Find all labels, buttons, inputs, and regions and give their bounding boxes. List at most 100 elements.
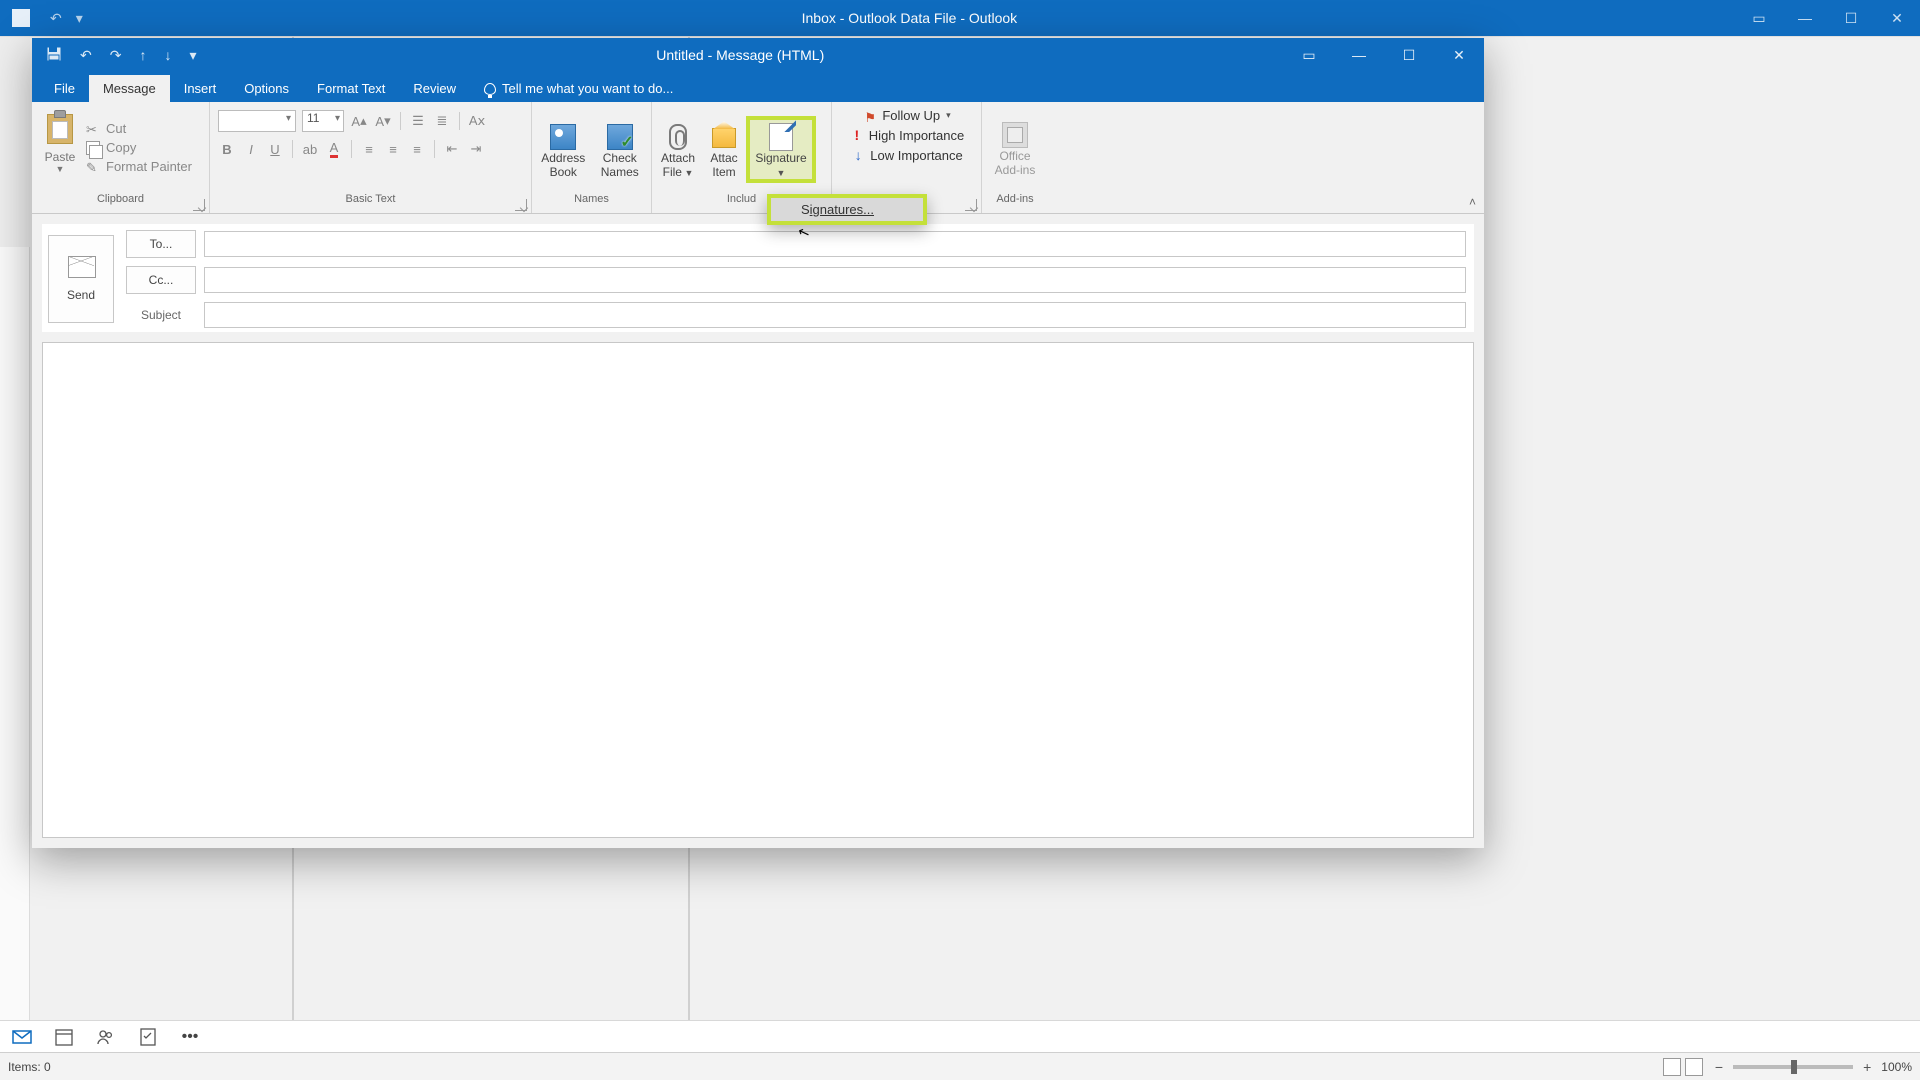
maximize-button[interactable]: ☐ bbox=[1828, 0, 1874, 36]
zoom-percent: 100% bbox=[1881, 1060, 1912, 1074]
calendar-icon[interactable] bbox=[54, 1027, 74, 1047]
undo-icon[interactable]: ↶ bbox=[80, 47, 92, 64]
ribbon-display-options-icon[interactable]: ▭ bbox=[1284, 38, 1334, 72]
minimize-button[interactable]: — bbox=[1782, 0, 1828, 36]
zoom-out-button[interactable]: − bbox=[1715, 1059, 1723, 1075]
nav-more-icon[interactable]: ••• bbox=[180, 1027, 200, 1047]
clipboard-dialog-launcher[interactable] bbox=[193, 199, 205, 211]
tab-review[interactable]: Review bbox=[399, 75, 470, 102]
statusbar: Items: 0 − + 100% bbox=[0, 1052, 1920, 1080]
decrease-indent-icon[interactable]: ⇤ bbox=[443, 140, 461, 158]
high-importance-button[interactable]: High Importance bbox=[851, 127, 964, 143]
font-color-icon[interactable]: A bbox=[325, 140, 343, 158]
numbering-icon[interactable]: ≣ bbox=[433, 112, 451, 130]
zoom-in-button[interactable]: + bbox=[1863, 1059, 1871, 1075]
ribbon-group-clipboard: Paste ▼ Cut Copy Format Painter bbox=[32, 102, 210, 213]
check-names-icon bbox=[607, 124, 633, 150]
follow-up-button[interactable]: Follow Up ▾ bbox=[864, 108, 950, 123]
save-icon[interactable] bbox=[46, 46, 62, 65]
zoom-slider[interactable] bbox=[1733, 1065, 1853, 1069]
ribbon-group-addins: Office Add-ins Add-ins bbox=[982, 102, 1048, 213]
close-button[interactable]: ✕ bbox=[1874, 0, 1920, 36]
tasks-icon[interactable] bbox=[138, 1027, 158, 1047]
shrink-font-icon[interactable]: A▾ bbox=[374, 112, 392, 130]
paste-dropdown-icon[interactable]: ▼ bbox=[56, 164, 65, 174]
attach-item-button[interactable]: Attac Item bbox=[702, 120, 746, 180]
tab-insert[interactable]: Insert bbox=[170, 75, 231, 102]
ribbon-group-names: Address Book Check Names Names bbox=[532, 102, 652, 213]
text-highlight-icon[interactable]: ab bbox=[301, 140, 319, 158]
address-book-button[interactable]: Address Book bbox=[536, 120, 591, 180]
copy-icon bbox=[86, 141, 100, 155]
cc-button[interactable]: Cc... bbox=[126, 266, 196, 294]
tags-dialog-launcher[interactable] bbox=[965, 199, 977, 211]
increase-indent-icon[interactable]: ⇥ bbox=[467, 140, 485, 158]
message-body[interactable] bbox=[42, 342, 1474, 838]
view-reading-icon[interactable] bbox=[1685, 1058, 1703, 1076]
high-importance-icon bbox=[851, 127, 863, 143]
statusbar-items-count: Items: 0 bbox=[8, 1060, 51, 1074]
qat-customize-icon[interactable]: ▾ bbox=[76, 10, 83, 27]
low-importance-button[interactable]: Low Importance bbox=[852, 147, 963, 163]
signature-button[interactable]: Signature ▼ bbox=[746, 116, 816, 182]
main-window-title: Inbox - Outlook Data File - Outlook bbox=[83, 10, 1736, 26]
font-name-combo[interactable] bbox=[218, 110, 296, 132]
underline-icon[interactable]: U bbox=[266, 140, 284, 158]
font-size-combo[interactable]: 11 bbox=[302, 110, 344, 132]
check-names-button[interactable]: Check Names bbox=[593, 120, 648, 180]
previous-item-icon[interactable]: ↑ bbox=[139, 47, 146, 63]
copy-button[interactable]: Copy bbox=[86, 140, 192, 155]
ribbon-tabs: File Message Insert Options Format Text … bbox=[32, 72, 1484, 102]
clear-formatting-icon[interactable]: Aⅹ bbox=[468, 112, 486, 130]
bullets-icon[interactable]: ☰ bbox=[409, 112, 427, 130]
grow-font-icon[interactable]: A▴ bbox=[350, 112, 368, 130]
folder-pane-collapsed[interactable] bbox=[0, 37, 30, 1052]
align-left-icon[interactable]: ≡ bbox=[360, 140, 378, 158]
italic-icon[interactable]: I bbox=[242, 140, 260, 158]
subject-label: Subject bbox=[126, 308, 196, 322]
tell-me-search[interactable]: Tell me what you want to do... bbox=[484, 81, 673, 102]
to-button[interactable]: To... bbox=[126, 230, 196, 258]
next-item-icon[interactable]: ↓ bbox=[164, 47, 171, 63]
tab-message[interactable]: Message bbox=[89, 75, 170, 102]
minimize-button[interactable]: — bbox=[1334, 38, 1384, 72]
ribbon-display-options-icon[interactable]: ▭ bbox=[1736, 0, 1782, 36]
people-icon[interactable] bbox=[96, 1027, 116, 1047]
send-button[interactable]: Send bbox=[48, 235, 114, 323]
compose-window-title: Untitled - Message (HTML) bbox=[197, 47, 1285, 63]
align-center-icon[interactable]: ≡ bbox=[384, 140, 402, 158]
format-painter-button[interactable]: Format Painter bbox=[86, 159, 192, 174]
addins-icon bbox=[1002, 122, 1028, 148]
align-right-icon[interactable]: ≡ bbox=[408, 140, 426, 158]
group-label-basic-text: Basic Text bbox=[210, 193, 531, 213]
scissors-icon bbox=[86, 122, 100, 136]
maximize-button[interactable]: ☐ bbox=[1384, 38, 1434, 72]
mail-icon[interactable] bbox=[12, 1027, 32, 1047]
ribbon-group-basic-text: 11 A▴ A▾ ☰ ≣ Aⅹ B I U ab A ≡ bbox=[210, 102, 532, 213]
compose-titlebar: ↶ ↷ ↑ ↓ ▾ Untitled - Message (HTML) ▭ — … bbox=[32, 38, 1484, 72]
collapse-ribbon-icon[interactable]: ˄ bbox=[1469, 195, 1476, 209]
undo-icon[interactable]: ↶ bbox=[50, 10, 62, 27]
attach-file-button[interactable]: Attach File ▼ bbox=[654, 120, 702, 180]
close-button[interactable]: ✕ bbox=[1434, 38, 1484, 72]
flag-icon bbox=[864, 110, 876, 122]
subject-field[interactable] bbox=[204, 302, 1466, 328]
cc-field[interactable] bbox=[204, 267, 1466, 293]
paste-button[interactable]: Paste ▼ bbox=[38, 110, 82, 186]
tab-options[interactable]: Options bbox=[230, 75, 303, 102]
tab-format-text[interactable]: Format Text bbox=[303, 75, 399, 102]
group-label-addins: Add-ins bbox=[982, 193, 1048, 213]
signatures-menu-item[interactable]: Signatures... bbox=[771, 198, 923, 221]
bold-icon[interactable]: B bbox=[218, 140, 236, 158]
qat-customize-icon[interactable]: ▾ bbox=[189, 47, 196, 64]
to-field[interactable] bbox=[204, 231, 1466, 257]
office-addins-button[interactable]: Office Add-ins bbox=[987, 118, 1043, 178]
format-painter-label: Format Painter bbox=[106, 159, 192, 174]
redo-icon[interactable]: ↷ bbox=[110, 47, 122, 64]
signature-icon bbox=[769, 123, 793, 151]
tell-me-label: Tell me what you want to do... bbox=[502, 81, 673, 96]
cut-button[interactable]: Cut bbox=[86, 121, 192, 136]
tab-file[interactable]: File bbox=[40, 75, 89, 102]
view-normal-icon[interactable] bbox=[1663, 1058, 1681, 1076]
basic-text-dialog-launcher[interactable] bbox=[515, 199, 527, 211]
